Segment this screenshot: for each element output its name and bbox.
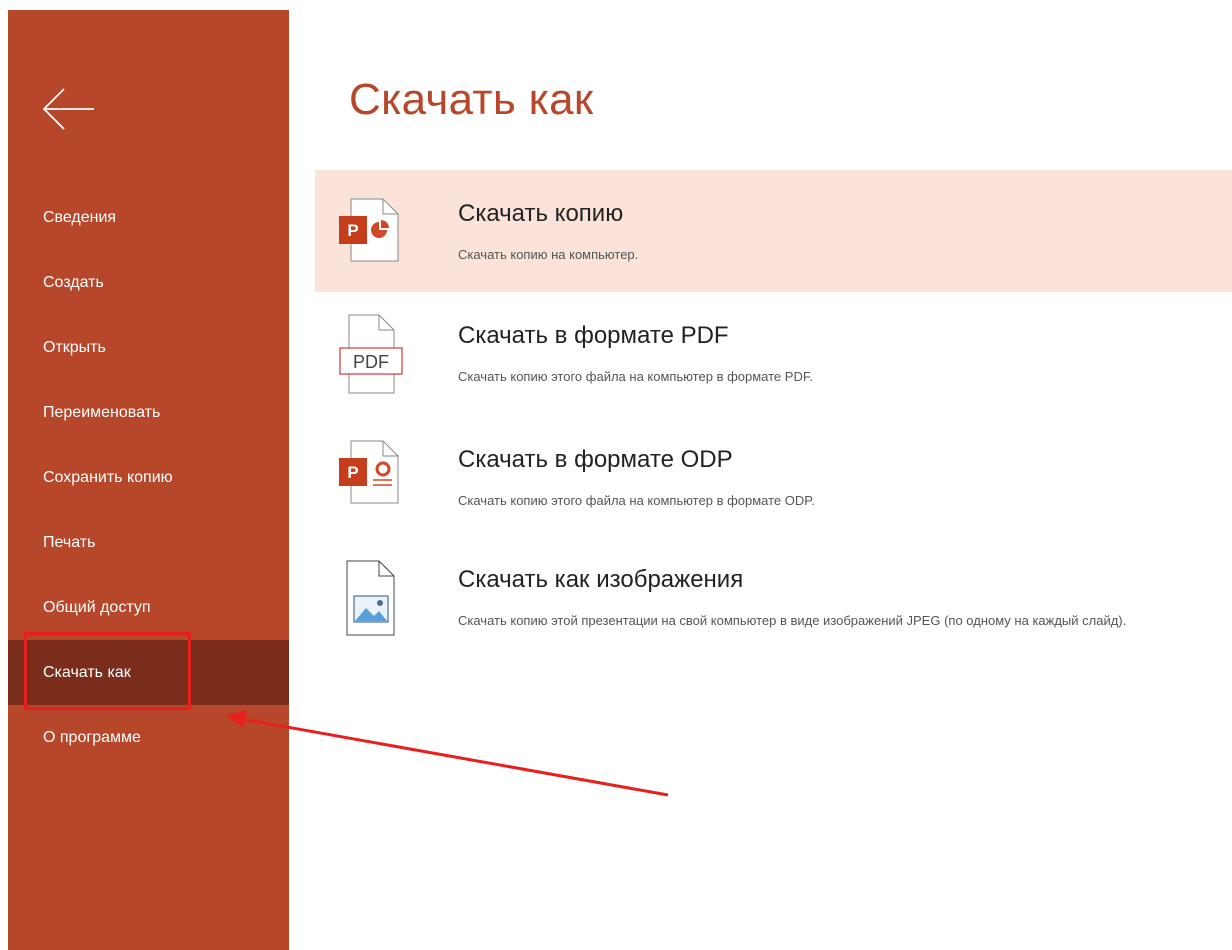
back-button[interactable] [40,80,98,138]
option-title: Скачать в формате PDF [458,322,729,349]
sidebar-item-print[interactable]: Печать [8,510,289,575]
backstage-view: Сведения Создать Открыть Переименовать С… [0,0,1232,950]
sidebar-item-download-as[interactable]: Скачать как [8,640,289,705]
pdf-badge: PDF [353,352,389,372]
sidebar-item-rename[interactable]: Переименовать [8,380,289,445]
back-arrow-icon [42,88,94,130]
sidebar-item-info[interactable]: Сведения [8,185,289,250]
option-description: Скачать копию этого файла на компьютер в… [458,493,815,508]
download-images-option[interactable]: Скачать как изображения Скачать копию эт… [315,550,1232,680]
sidebar-item-about[interactable]: О программе [8,705,289,770]
download-copy-option[interactable]: P Скачать копию Скачать копию на компьют… [315,170,1232,292]
option-title: Скачать копию [458,200,624,227]
option-description: Скачать копию этой презентации на свой к… [458,613,1127,628]
powerpoint-file-icon: P [339,198,399,262]
ppt-letter: P [347,463,358,482]
option-title: Скачать в формате ODP [458,446,733,473]
image-file-icon [339,560,399,636]
sidebar-item-save-copy[interactable]: Сохранить копию [8,445,289,510]
sidebar: Сведения Создать Открыть Переименовать С… [8,10,289,950]
option-description: Скачать копию на компьютер. [458,247,639,262]
pdf-file-icon: PDF [339,314,403,394]
ppt-letter: P [347,221,358,240]
download-pdf-option[interactable]: PDF Скачать в формате PDF Скачать копию … [315,302,1232,412]
option-title: Скачать как изображения [458,566,744,593]
main-panel: Скачать как P Скачать копию Скачать копи… [289,0,1232,950]
page-title: Скачать как [349,75,594,124]
download-odp-option[interactable]: P Скачать в формате ODP Скачать копию эт… [315,428,1232,538]
sidebar-item-open[interactable]: Открыть [8,315,289,380]
odp-file-icon: P [339,440,399,504]
option-description: Скачать копию этого файла на компьютер в… [458,369,813,384]
sidebar-nav: Сведения Создать Открыть Переименовать С… [8,185,289,770]
sidebar-item-share[interactable]: Общий доступ [8,575,289,640]
sidebar-item-new[interactable]: Создать [8,250,289,315]
